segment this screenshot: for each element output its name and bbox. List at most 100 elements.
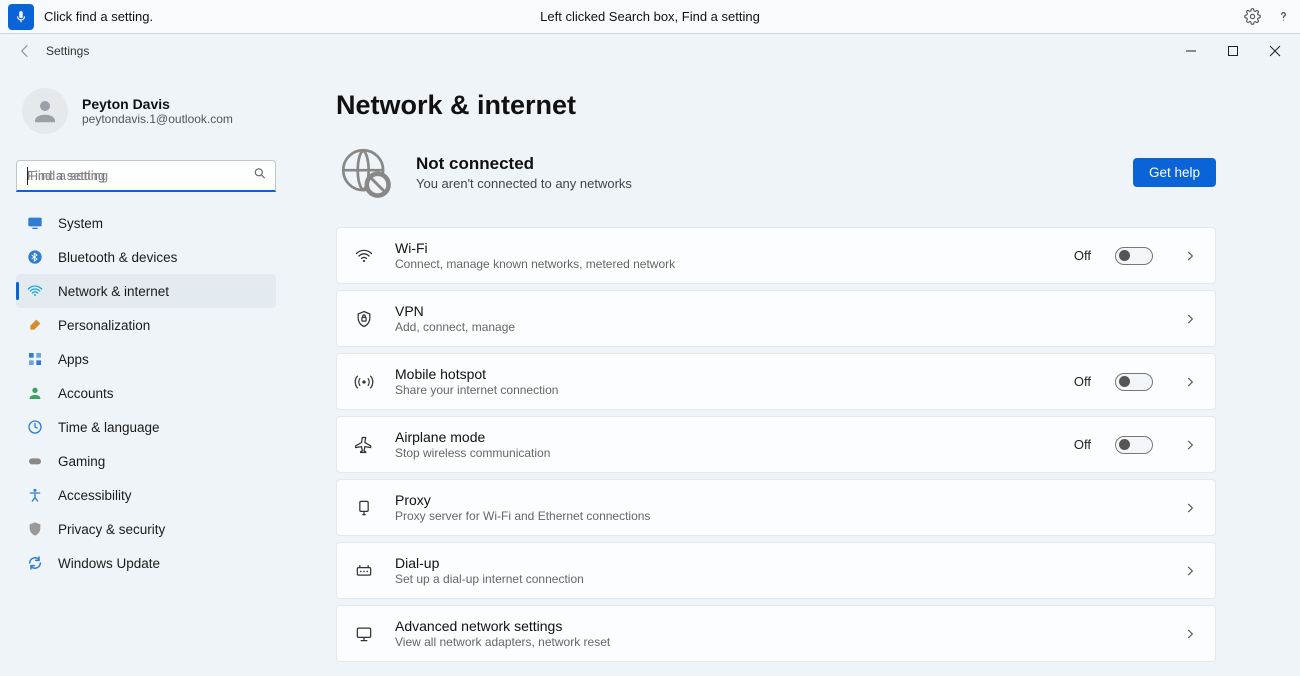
- text-cursor: [27, 167, 28, 185]
- sidebar-item-gaming[interactable]: Gaming: [16, 444, 276, 478]
- card-title: Wi-Fi: [395, 240, 1054, 256]
- card-subtitle: View all network adapters, network reset: [395, 635, 1163, 649]
- back-button[interactable]: [16, 42, 34, 60]
- card-subtitle: Connect, manage known networks, metered …: [395, 257, 1054, 271]
- person-icon: [30, 96, 60, 126]
- card-mobile-hotspot[interactable]: Mobile hotspot Share your internet conne…: [336, 353, 1216, 410]
- wifi-toggle[interactable]: [1115, 247, 1153, 265]
- window-title: Settings: [46, 44, 89, 58]
- sidebar-item-label: Time & language: [58, 420, 160, 435]
- gear-icon[interactable]: [1244, 8, 1261, 25]
- chevron-right-icon: [1183, 249, 1197, 263]
- airplane-toggle[interactable]: [1115, 436, 1153, 454]
- apps-icon: [26, 350, 44, 368]
- avatar: [22, 88, 68, 134]
- connection-status: Not connected You aren't connected to an…: [336, 143, 1216, 201]
- sidebar-item-apps[interactable]: Apps: [16, 342, 276, 376]
- card-title: Dial-up: [395, 555, 1163, 571]
- sidebar-item-network[interactable]: Network & internet: [16, 274, 276, 308]
- vpn-shield-icon: [353, 309, 375, 329]
- sidebar-item-label: Bluetooth & devices: [58, 250, 177, 265]
- microphone-icon: [14, 10, 28, 24]
- card-advanced-network[interactable]: Advanced network settings View all netwo…: [336, 605, 1216, 662]
- card-subtitle: Proxy server for Wi-Fi and Ethernet conn…: [395, 509, 1163, 523]
- instruction-center-text: Left clicked Search box, Find a setting: [540, 9, 760, 24]
- card-title: Airplane mode: [395, 429, 1054, 445]
- instruction-text: Click find a setting.: [44, 9, 153, 24]
- microphone-button[interactable]: [8, 4, 34, 30]
- card-subtitle: Share your internet connection: [395, 383, 1054, 397]
- chevron-right-icon: [1183, 501, 1197, 515]
- maximize-button[interactable]: [1224, 42, 1242, 60]
- window-chrome: Settings: [0, 34, 1300, 68]
- chevron-right-icon: [1183, 438, 1197, 452]
- profile-block[interactable]: Peyton Davis peytondavis.1@outlook.com: [16, 84, 276, 146]
- sidebar-item-windows-update[interactable]: Windows Update: [16, 546, 276, 580]
- card-wifi[interactable]: Wi-Fi Connect, manage known networks, me…: [336, 227, 1216, 284]
- card-subtitle: Stop wireless communication: [395, 446, 1054, 460]
- card-airplane-mode[interactable]: Airplane mode Stop wireless communicatio…: [336, 416, 1216, 473]
- get-help-button[interactable]: Get help: [1133, 158, 1216, 187]
- sidebar-item-label: Network & internet: [58, 284, 169, 299]
- hotspot-toggle[interactable]: [1115, 373, 1153, 391]
- sidebar-item-bluetooth[interactable]: Bluetooth & devices: [16, 240, 276, 274]
- account-icon: [26, 384, 44, 402]
- sidebar-item-accessibility[interactable]: Accessibility: [16, 478, 276, 512]
- proxy-icon: [353, 498, 375, 518]
- dialup-icon: [353, 561, 375, 581]
- card-dialup[interactable]: Dial-up Set up a dial-up internet connec…: [336, 542, 1216, 599]
- globe-disconnected-icon: [336, 143, 394, 201]
- sidebar-item-label: Gaming: [58, 454, 105, 469]
- card-subtitle: Add, connect, manage: [395, 320, 1163, 334]
- content-area: Network & internet Not connected You are…: [300, 68, 1300, 676]
- bluetooth-icon: [26, 248, 44, 266]
- status-title: Not connected: [416, 154, 632, 174]
- card-vpn[interactable]: VPN Add, connect, manage: [336, 290, 1216, 347]
- accessibility-icon: [26, 486, 44, 504]
- help-icon[interactable]: [1275, 8, 1292, 25]
- sidebar-item-label: Privacy & security: [58, 522, 165, 537]
- sidebar-item-time-language[interactable]: Time & language: [16, 410, 276, 444]
- card-title: Mobile hotspot: [395, 366, 1054, 382]
- status-subtitle: You aren't connected to any networks: [416, 176, 632, 191]
- update-icon: [26, 554, 44, 572]
- sidebar-item-label: Accessibility: [58, 488, 132, 503]
- back-arrow-icon: [17, 43, 33, 59]
- gamepad-icon: [26, 452, 44, 470]
- close-button[interactable]: [1266, 42, 1284, 60]
- sidebar-item-accounts[interactable]: Accounts: [16, 376, 276, 410]
- sidebar-item-personalization[interactable]: Personalization: [16, 308, 276, 342]
- card-title: VPN: [395, 303, 1163, 319]
- shield-icon: [26, 520, 44, 538]
- card-subtitle: Set up a dial-up internet connection: [395, 572, 1163, 586]
- hotspot-icon: [353, 372, 375, 392]
- search-icon: [253, 166, 267, 185]
- airplane-icon: [353, 435, 375, 455]
- card-proxy[interactable]: Proxy Proxy server for Wi-Fi and Etherne…: [336, 479, 1216, 536]
- globe-clock-icon: [26, 418, 44, 436]
- sidebar-item-label: Windows Update: [58, 556, 160, 571]
- wifi-icon: [26, 282, 44, 300]
- brush-icon: [26, 316, 44, 334]
- sidebar-item-label: System: [58, 216, 103, 231]
- chevron-right-icon: [1183, 564, 1197, 578]
- minimize-button[interactable]: [1182, 42, 1200, 60]
- wifi-icon: [353, 246, 375, 266]
- sidebar-item-system[interactable]: System: [16, 206, 276, 240]
- system-icon: [26, 214, 44, 232]
- toggle-state-label: Off: [1074, 248, 1091, 263]
- search-input[interactable]: [17, 168, 275, 183]
- sidebar: Peyton Davis peytondavis.1@outlook.com F…: [0, 68, 300, 676]
- adapter-icon: [353, 624, 375, 644]
- page-title: Network & internet: [336, 90, 1216, 121]
- chevron-right-icon: [1183, 627, 1197, 641]
- sidebar-item-label: Apps: [58, 352, 89, 367]
- sidebar-item-privacy[interactable]: Privacy & security: [16, 512, 276, 546]
- sidebar-item-label: Personalization: [58, 318, 150, 333]
- chevron-right-icon: [1183, 375, 1197, 389]
- search-box[interactable]: Find a setting: [16, 160, 276, 192]
- chevron-right-icon: [1183, 312, 1197, 326]
- profile-email: peytondavis.1@outlook.com: [82, 112, 233, 126]
- nav-list: System Bluetooth & devices Network & int…: [16, 206, 276, 580]
- instruction-bar: Click find a setting. Left clicked Searc…: [0, 0, 1300, 34]
